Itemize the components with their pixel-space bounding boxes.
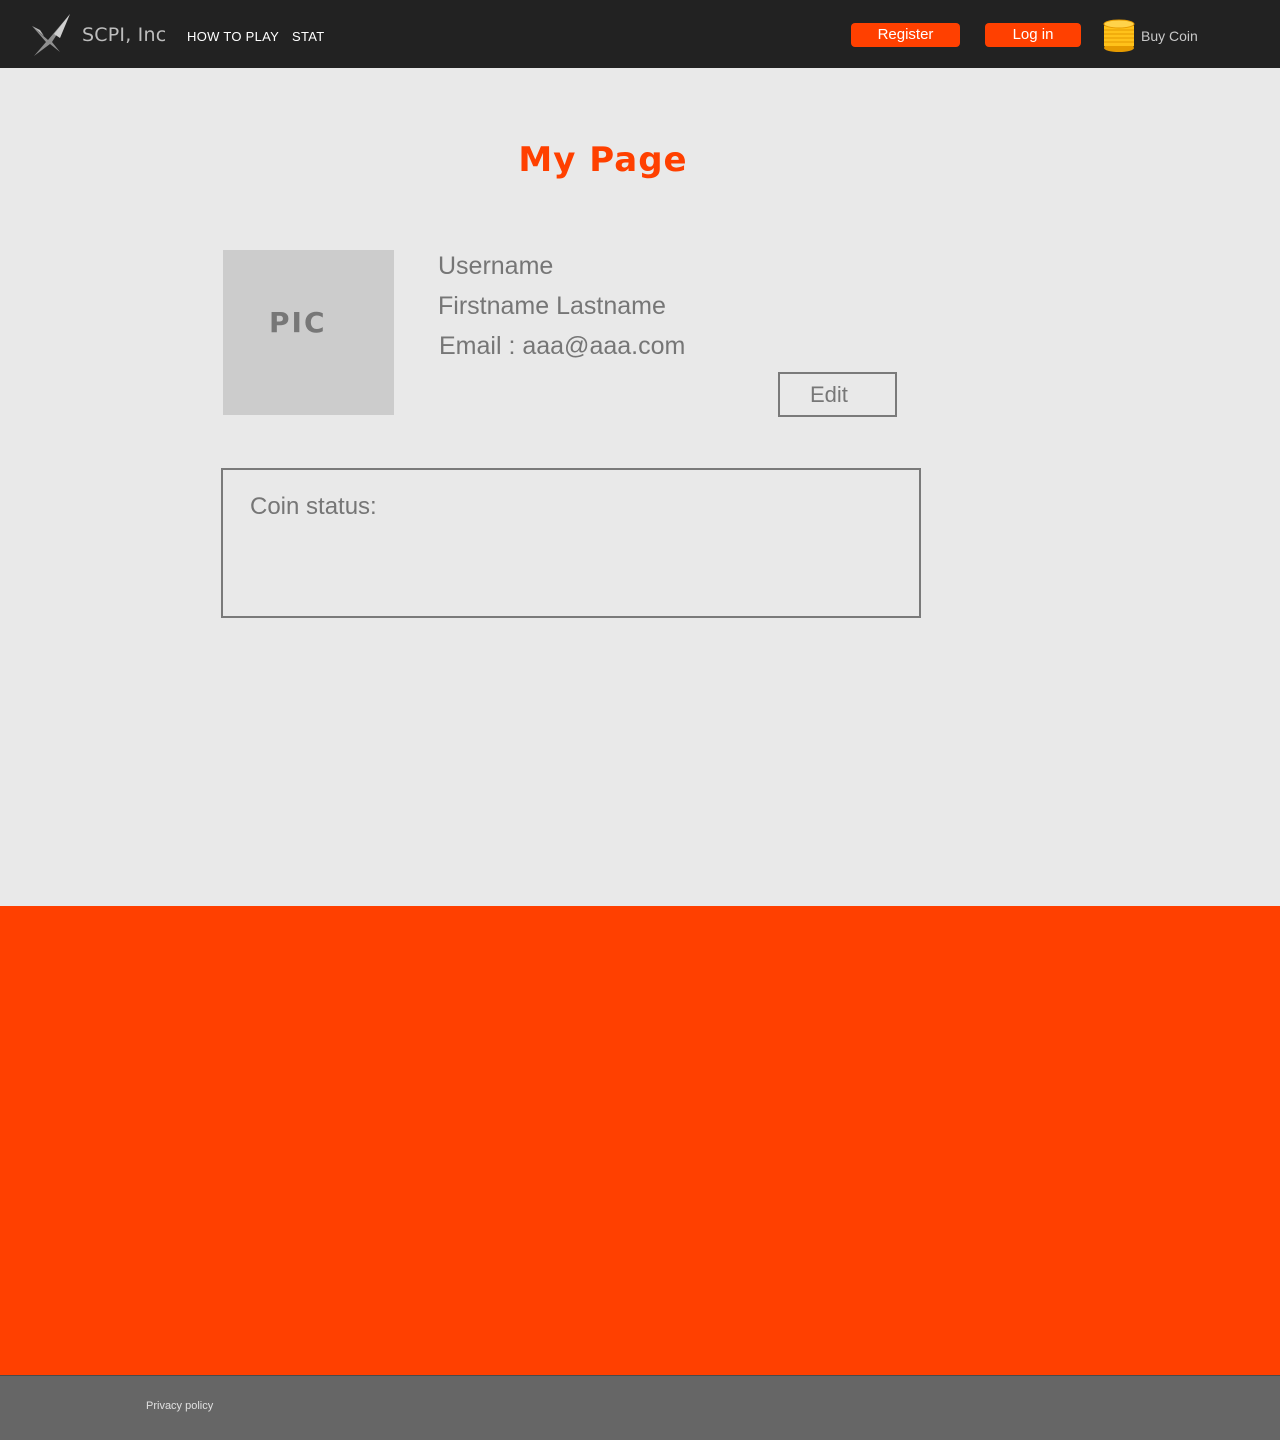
coin-stack-icon	[1103, 19, 1135, 52]
register-button[interactable]: Register	[851, 23, 960, 47]
nav-stat[interactable]: STAT	[292, 29, 325, 44]
logo-icon[interactable]	[30, 12, 74, 58]
profile-picture-label: PIC	[269, 306, 327, 339]
buy-coin-label: Buy Coin	[1141, 28, 1198, 44]
username: Username	[438, 252, 554, 280]
brand-name[interactable]: SCPI, Inc	[82, 24, 166, 46]
nav-how-to-play[interactable]: HOW TO PLAY	[187, 29, 279, 44]
edit-profile-button[interactable]: Edit	[778, 372, 897, 417]
privacy-policy-link[interactable]: Privacy policy	[146, 1400, 213, 1412]
top-header: SCPI, Inc HOW TO PLAY STAT Register Log …	[0, 0, 1280, 68]
full-name: Firstname Lastname	[438, 292, 666, 320]
page-title: My Page	[518, 140, 688, 180]
orange-banner	[0, 906, 1280, 1375]
footer: Privacy policy	[0, 1375, 1280, 1440]
coin-status-label: Coin status:	[250, 493, 377, 520]
profile-picture[interactable]: PIC	[223, 250, 394, 415]
coin-status-panel: Coin status:	[221, 468, 921, 618]
login-button[interactable]: Log in	[985, 23, 1081, 47]
email: Email : aaa@aaa.com	[439, 332, 686, 360]
